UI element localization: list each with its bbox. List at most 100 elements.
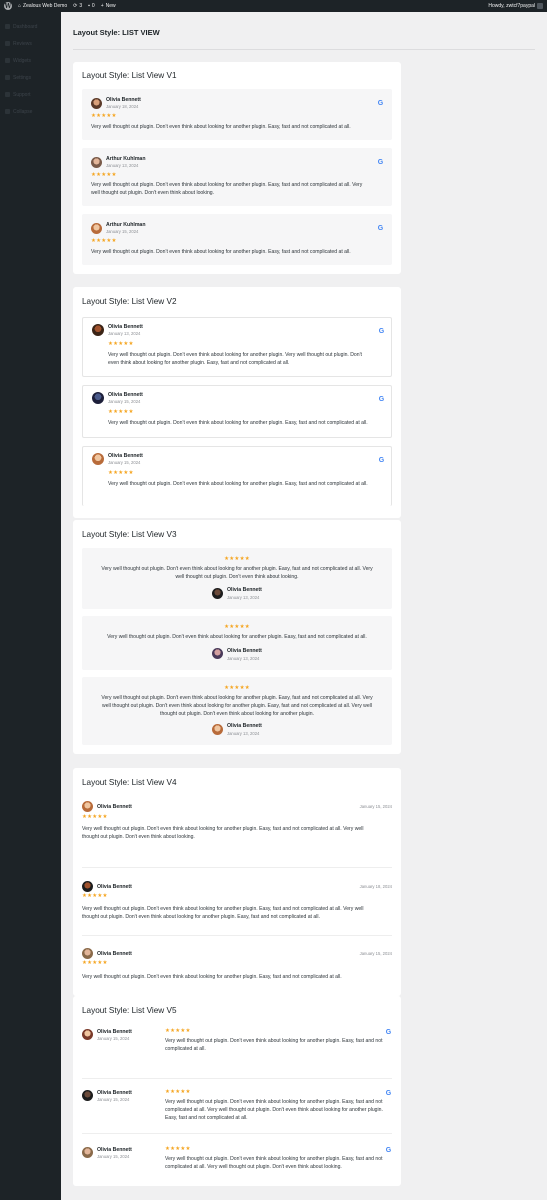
- review-text-line-2: complicated at all.: [165, 1046, 206, 1052]
- avatar: [91, 157, 102, 168]
- star-rating: ★★★★★: [91, 113, 117, 119]
- reviewer-name: Olivia Bennett: [97, 1029, 132, 1035]
- comments-link[interactable]: ▪ 0: [88, 3, 95, 9]
- review-text-line-2: complicated at all. Very well thought ou…: [165, 1107, 383, 1113]
- wordpress-logo-icon[interactable]: W: [4, 2, 12, 10]
- divider: [82, 867, 392, 868]
- star-rating: ★★★★★: [108, 470, 134, 476]
- avatar: [91, 98, 102, 109]
- reviewer-name: Olivia Bennett: [227, 648, 262, 654]
- review-date: January 15, 2024: [359, 951, 392, 956]
- review-date: January 13, 2024: [108, 331, 141, 336]
- page-title: Layout Style: LIST VIEW: [73, 28, 160, 37]
- review-date: January 15, 2024: [97, 1036, 130, 1041]
- review-text: Very well thought out plugin. Don't even…: [108, 481, 368, 487]
- divider: [82, 1133, 392, 1134]
- reviewer-name: Olivia Bennett: [97, 804, 132, 810]
- review-text-line-1: Very well thought out plugin. Don't even…: [91, 182, 363, 188]
- star-rating: ★★★★★: [82, 893, 108, 899]
- google-icon: G: [386, 1029, 392, 1035]
- review-text-line-2: well thought out plugin. Don't even thin…: [91, 190, 215, 196]
- list-view-v4-card: Layout Style: List View V4 Olivia Bennet…: [73, 768, 401, 996]
- sidebar-item-collapse[interactable]: Collapse: [0, 103, 61, 120]
- avatar: [212, 724, 223, 735]
- google-icon: G: [386, 1090, 392, 1096]
- review-item: Olivia Bennett January 15, 2024 ★★★★★ Ve…: [82, 1145, 392, 1181]
- review-date: January 15, 2024: [108, 460, 141, 465]
- review-item: Olivia Bennett January 15, 2024 ★★★★★ Ve…: [82, 446, 392, 506]
- updates-icon: ⟳: [73, 3, 78, 9]
- google-icon: G: [378, 225, 384, 231]
- star-rating: ★★★★★: [82, 814, 108, 820]
- reviewer-name: Olivia Bennett: [97, 951, 132, 957]
- svg-text:G: G: [386, 1090, 392, 1096]
- review-item: Olivia Bennett January 15, 2024 ★★★★★ Ve…: [82, 800, 392, 850]
- review-date: January 13, 2024: [227, 731, 260, 736]
- review-date: January 15, 2024: [97, 1097, 130, 1102]
- review-item: Olivia Bennett January 15, 2024 ★★★★★ Ve…: [82, 1027, 392, 1063]
- avatar: [92, 324, 104, 336]
- star-rating: ★★★★★: [82, 960, 108, 966]
- dashboard-icon: [5, 24, 10, 29]
- review-text-line-2: well thought out plugin. Don't even thin…: [102, 703, 372, 709]
- user-account-link[interactable]: Howdy, zwtcf7paypal: [488, 3, 543, 9]
- reviewer-name: Olivia Bennett: [108, 392, 143, 398]
- google-icon: G: [378, 159, 384, 165]
- divider: [73, 49, 535, 50]
- avatar: [92, 453, 104, 465]
- reviewer-name: Arthur Kuhlman: [106, 156, 146, 162]
- reviewer-name: Olivia Bennett: [108, 324, 143, 330]
- svg-text:G: G: [378, 225, 384, 231]
- new-content-link[interactable]: + New: [101, 3, 116, 9]
- widgets-icon: [5, 58, 10, 63]
- svg-text:G: G: [386, 1147, 392, 1153]
- svg-text:G: G: [378, 159, 384, 165]
- reviewer-name: Olivia Bennett: [108, 453, 143, 459]
- sidebar-item-settings[interactable]: Settings: [0, 69, 61, 86]
- user-avatar: [537, 3, 543, 9]
- sidebar-item-widgets[interactable]: Widgets: [0, 52, 61, 69]
- avatar: [212, 648, 223, 659]
- svg-text:G: G: [379, 328, 385, 334]
- review-text: Very well thought out plugin. Don't even…: [108, 420, 368, 426]
- google-icon: G: [386, 1147, 392, 1153]
- review-text-line-1: Very well thought out plugin. Don't even…: [165, 1099, 383, 1105]
- reviewer-name: Olivia Bennett: [97, 884, 132, 890]
- admin-bar: W ⌂ Zealous Web Demo ⟳ 3 ▪ 0 + New Howdy, zw…: [0, 0, 547, 12]
- avatar: [82, 801, 93, 812]
- svg-text:G: G: [379, 396, 385, 402]
- reviewer-name: Arthur Kuhlman: [106, 222, 146, 228]
- sidebar-item-reviews[interactable]: Reviews: [0, 35, 61, 52]
- svg-text:G: G: [378, 100, 384, 106]
- star-rating: ★★★★★: [165, 1146, 191, 1152]
- plus-icon: +: [100, 3, 104, 9]
- star-rating: ★★★★★: [224, 624, 250, 630]
- sidebar-item-dashboard[interactable]: Dashboard: [0, 18, 61, 35]
- main-content: Layout Style: LIST VIEW Layout Style: Li…: [61, 12, 547, 1200]
- review-text: Very well thought out plugin. Don't even…: [91, 249, 351, 255]
- google-icon: G: [379, 457, 385, 463]
- section-title: Layout Style: List View V5: [82, 1006, 177, 1015]
- review-text-line-2: complicated at all. Very well thought ou…: [165, 1164, 342, 1170]
- admin-sidebar: Dashboard Reviews Widgets Settings Suppo…: [0, 12, 61, 1200]
- collapse-icon: [5, 109, 10, 114]
- google-icon: G: [379, 396, 385, 402]
- star-rating: ★★★★★: [224, 556, 250, 562]
- sidebar-item-support[interactable]: Support: [0, 86, 61, 103]
- settings-icon: [5, 75, 10, 80]
- section-title: Layout Style: List View V3: [82, 530, 177, 539]
- avatar: [212, 588, 223, 599]
- review-text-line-1: Very well thought out plugin. Don't even…: [82, 826, 364, 832]
- site-name-link[interactable]: ⌂ Zealous Web Demo: [18, 3, 67, 9]
- review-item: Olivia Bennett January 15, 2024 ★★★★★ Ve…: [82, 385, 392, 438]
- review-date: January 15, 2024: [359, 804, 392, 809]
- updates-link[interactable]: ⟳ 3: [73, 3, 82, 9]
- svg-text:G: G: [386, 1029, 392, 1035]
- star-rating: ★★★★★: [108, 409, 134, 415]
- list-view-v1-card: Layout Style: List View V1 Olivia Bennet…: [73, 62, 401, 274]
- review-text-line-2: thought out plugin. Don't even think abo…: [82, 914, 320, 920]
- review-text-line-3: thought out plugin. Don't even think abo…: [160, 711, 314, 717]
- avatar: [82, 881, 93, 892]
- review-date: January 15, 2024: [106, 229, 139, 234]
- review-text: Very well thought out plugin. Don't even…: [107, 634, 367, 640]
